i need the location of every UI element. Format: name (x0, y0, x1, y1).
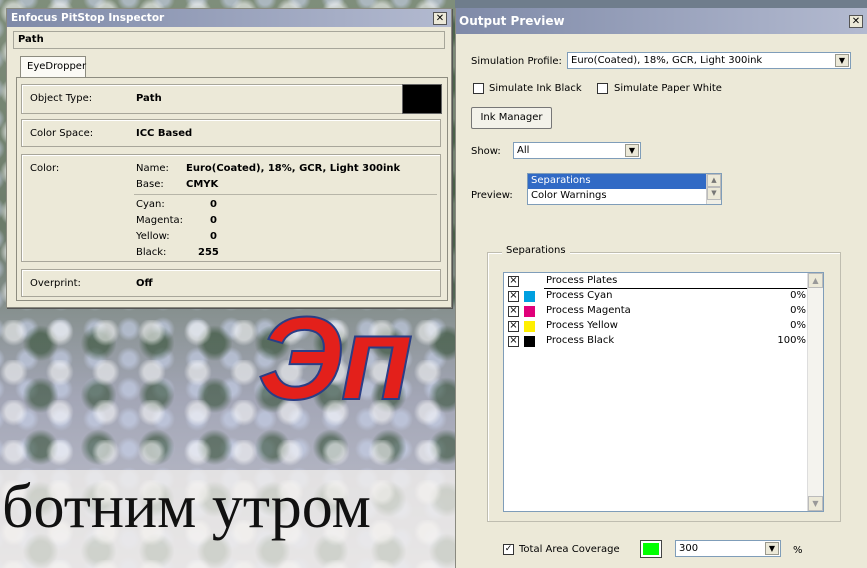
ink-manager-button[interactable]: Ink Manager (471, 107, 552, 129)
coverage-color-swatch[interactable] (640, 540, 662, 558)
separations-scrollbar[interactable]: ▲ ▼ (807, 273, 823, 511)
color-divider (134, 194, 437, 195)
separation-name: Process Magenta (546, 305, 631, 316)
overprint-label: Overprint: (30, 278, 81, 289)
chevron-down-icon[interactable]: ▼ (625, 144, 639, 157)
separations-list: × Process Plates × Process Cyan 0% × Pro… (503, 272, 824, 512)
separation-row-plates[interactable]: × Process Plates (504, 274, 808, 289)
separation-name: Process Yellow (546, 320, 618, 331)
show-value: All (517, 145, 530, 156)
coverage-color-fill (643, 543, 659, 555)
chevron-down-icon[interactable]: ▼ (765, 542, 779, 555)
object-type-group: Object Type: Path (21, 84, 441, 114)
chevron-down-icon[interactable]: ▼ (835, 54, 849, 67)
simulation-profile-value: Euro(Coated), 18%, GCR, Light 300ink (571, 55, 763, 66)
output-close-icon[interactable]: ✕ (849, 14, 863, 28)
coverage-value: 300 (679, 543, 699, 554)
cyan-value: 0 (210, 199, 217, 210)
color-base-label: Base: (136, 179, 164, 190)
preview-option-color-warnings[interactable]: Color Warnings (528, 189, 721, 204)
inspector-title: Enfocus PitStop Inspector (11, 12, 165, 24)
output-titlebar[interactable]: Output Preview ✕ (456, 8, 867, 34)
inspector-path-bar: Path (13, 31, 445, 49)
object-type-label: Object Type: (30, 93, 93, 104)
color-name-value: Euro(Coated), 18%, GCR, Light 300ink (186, 163, 401, 174)
yellow-label: Yellow: (136, 231, 170, 242)
document-russian-text: ботним утром (2, 473, 371, 541)
simulation-profile-label: Simulation Profile: (471, 56, 562, 67)
separation-percent: 100% (777, 335, 806, 346)
x-checkbox-icon[interactable]: × (508, 336, 519, 347)
show-label: Show: (471, 146, 501, 157)
black-swatch (524, 336, 535, 347)
magenta-value: 0 (210, 215, 217, 226)
x-checkbox-icon[interactable]: × (508, 321, 519, 332)
cyan-label: Cyan: (136, 199, 165, 210)
color-label: Color: (30, 163, 60, 174)
separation-percent: 0% (790, 290, 806, 301)
separation-name: Process Plates (546, 275, 618, 286)
inspector-titlebar[interactable]: Enfocus PitStop Inspector ✕ (7, 9, 451, 27)
color-name-label: Name: (136, 163, 169, 174)
scroll-up-icon[interactable]: ▲ (808, 273, 823, 288)
separation-row-cyan[interactable]: × Process Cyan 0% (504, 289, 808, 304)
x-checkbox-icon[interactable]: × (508, 291, 519, 302)
color-space-group: Color Space: ICC Based (21, 119, 441, 147)
simulate-paper-white-label[interactable]: Simulate Paper White (614, 83, 722, 94)
separation-row-magenta[interactable]: × Process Magenta 0% (504, 304, 808, 319)
separation-name: Process Cyan (546, 290, 613, 301)
color-base-value: CMYK (186, 179, 219, 190)
black-value: 255 (198, 247, 219, 258)
separation-percent: 0% (790, 305, 806, 316)
yellow-swatch (524, 321, 535, 332)
output-title: Output Preview (459, 14, 565, 28)
coverage-unit: % (793, 545, 803, 556)
simulate-paper-white-checkbox[interactable] (597, 83, 608, 94)
separation-name: Process Black (546, 335, 615, 346)
scroll-down-icon[interactable]: ▼ (808, 496, 823, 511)
total-area-coverage-label[interactable]: Total Area Coverage (519, 544, 620, 555)
x-checkbox-icon[interactable]: × (508, 276, 519, 287)
object-type-value: Path (136, 93, 162, 104)
yellow-value: 0 (210, 231, 217, 242)
magenta-label: Magenta: (136, 215, 184, 226)
preview-listbox[interactable]: Separations Color Warnings ▲ ▼ (527, 173, 722, 205)
tab-eyedropper[interactable]: EyeDropper (20, 56, 86, 77)
preview-label: Preview: (471, 190, 513, 201)
scroll-up-icon[interactable]: ▲ (707, 174, 721, 187)
overprint-group: Overprint: Off (21, 269, 441, 297)
magenta-swatch (524, 306, 535, 317)
black-label: Black: (136, 247, 167, 258)
document-red-title: Эп (257, 293, 414, 425)
separation-row-yellow[interactable]: × Process Yellow 0% (504, 319, 808, 334)
pitstop-inspector-window: Enfocus PitStop Inspector ✕ Path EyeDrop… (6, 8, 452, 308)
separation-percent: 0% (790, 320, 806, 331)
inspector-close-icon[interactable]: ✕ (433, 11, 447, 25)
object-color-swatch (402, 84, 442, 114)
cyan-swatch (524, 291, 535, 302)
scroll-down-icon[interactable]: ▼ (707, 187, 721, 200)
output-preview-window: Output Preview ✕ Simulation Profile: Eur… (455, 8, 867, 568)
coverage-value-select[interactable]: 300 ▼ (675, 540, 781, 557)
color-space-value: ICC Based (136, 128, 193, 139)
x-checkbox-icon[interactable]: × (508, 306, 519, 317)
separation-row-black[interactable]: × Process Black 100% (504, 334, 808, 349)
overprint-value: Off (136, 278, 153, 289)
simulate-ink-black-label[interactable]: Simulate Ink Black (489, 83, 582, 94)
simulate-ink-black-checkbox[interactable] (473, 83, 484, 94)
eyedropper-panel: Object Type: Path Color Space: ICC Based… (16, 77, 448, 301)
color-space-label: Color Space: (30, 128, 94, 139)
preview-scrollbar[interactable]: ▲ ▼ (706, 174, 721, 204)
color-group: Color: Name: Euro(Coated), 18%, GCR, Lig… (21, 154, 441, 262)
total-area-coverage-checkbox[interactable]: ✓ (503, 544, 514, 555)
show-select[interactable]: All ▼ (513, 142, 641, 159)
preview-option-separations[interactable]: Separations (528, 174, 721, 189)
simulation-profile-select[interactable]: Euro(Coated), 18%, GCR, Light 300ink ▼ (567, 52, 851, 69)
separations-legend: Separations (502, 245, 570, 256)
